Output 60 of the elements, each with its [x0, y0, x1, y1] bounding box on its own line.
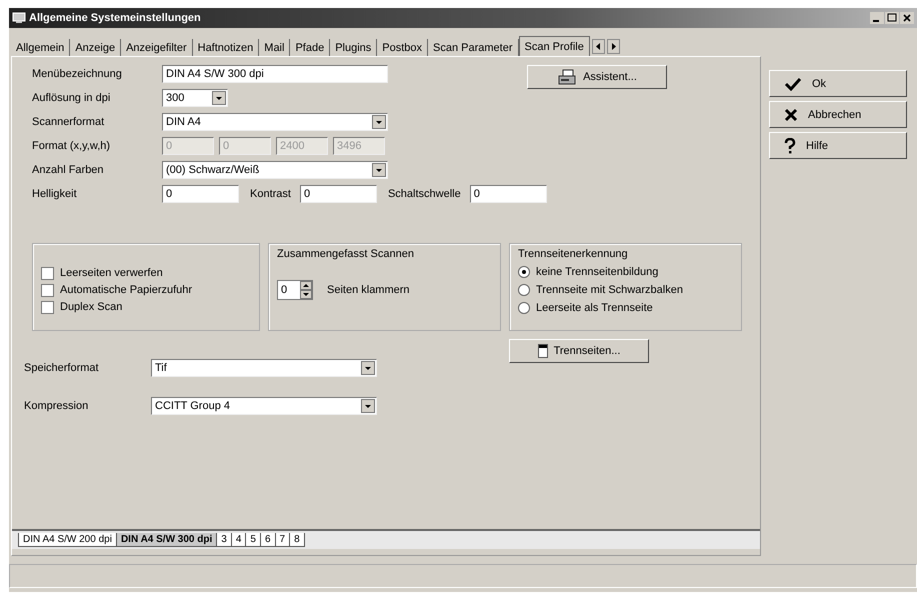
- group-title: Zusammengefasst Scannen: [277, 248, 415, 260]
- field-label: Speicherformat: [24, 362, 100, 374]
- assistant-button[interactable]: Assistent...: [527, 65, 667, 89]
- dropdown[interactable]: DIN A4: [162, 113, 388, 131]
- dropdown[interactable]: CCITT Group 4: [151, 397, 377, 415]
- text-field[interactable]: DIN A4 S/W 300 dpi: [162, 65, 388, 83]
- field-label: Format (x,y,w,h): [32, 140, 112, 152]
- spinner-arrows-icon: [300, 281, 312, 299]
- question-mark-icon: [784, 138, 796, 154]
- radio-button[interactable]: [518, 284, 530, 296]
- field-label: Anzahl Farben: [32, 164, 105, 176]
- field-label: Helligkeit: [32, 188, 78, 200]
- profile-tab[interactable]: DIN A4 S/W 300 dpi: [116, 533, 218, 547]
- field-label: Menübezeichnung: [32, 68, 123, 80]
- field-label: Kontrast: [250, 188, 291, 200]
- profile-tab[interactable]: DIN A4 S/W 200 dpi: [18, 533, 117, 547]
- field-label: Scannerformat: [32, 116, 106, 128]
- dialog-button[interactable]: Hilfe: [769, 132, 907, 159]
- window-icon: [12, 12, 26, 24]
- checkbox[interactable]: [41, 300, 54, 314]
- checkbox[interactable]: [41, 284, 54, 296]
- spinner-label: Seiten klammern: [327, 284, 410, 296]
- checkbox[interactable]: [41, 266, 54, 280]
- scroll-left-icon[interactable]: [592, 39, 605, 54]
- x-icon: [784, 108, 798, 122]
- checkbox-label: Duplex Scan: [60, 301, 122, 313]
- radio-label: Leerseite als Trennseite: [536, 302, 653, 314]
- checkmark-icon: [784, 76, 802, 90]
- dropdown[interactable]: (00) Schwarz/Weiß: [162, 161, 388, 179]
- maximize-icon[interactable]: [885, 12, 899, 24]
- profile-tab[interactable]: 3: [216, 533, 232, 547]
- scanner-icon: [557, 68, 578, 86]
- radio-button[interactable]: [518, 266, 530, 278]
- profile-tab[interactable]: 6: [260, 533, 276, 547]
- profile-tab[interactable]: 8: [289, 533, 305, 547]
- window-title: Allgemeine Systemeinstellungen: [29, 12, 201, 24]
- close-icon[interactable]: [900, 12, 914, 24]
- field-label: Auflösung in dpi: [32, 92, 112, 104]
- radio-label: Trennseite mit Schwarzbalken: [536, 284, 683, 296]
- dropdown[interactable]: 300: [162, 89, 228, 107]
- tab[interactable]: Scan Profile: [518, 36, 590, 56]
- group-title: Trennseitenerkennung: [518, 248, 629, 260]
- page-icon: [538, 344, 548, 358]
- dialog-button[interactable]: Abbrechen: [769, 101, 907, 128]
- radio-button[interactable]: [518, 302, 530, 314]
- checkbox-label: Leerseiten verwerfen: [60, 267, 163, 279]
- separator-pages-button[interactable]: Trennseiten...: [509, 339, 649, 363]
- checkbox-label: Automatische Papierzufuhr: [60, 284, 192, 296]
- dialog-button[interactable]: Ok: [769, 70, 907, 97]
- field-label: Schaltschwelle: [388, 188, 461, 200]
- text-field[interactable]: 0: [300, 185, 377, 203]
- dropdown[interactable]: Tif: [151, 359, 377, 377]
- field-label: Kompression: [24, 400, 90, 412]
- profile-tab[interactable]: 5: [245, 533, 261, 547]
- radio-label: keine Trennseitenbildung: [536, 266, 658, 278]
- text-field[interactable]: 0: [162, 185, 239, 203]
- text-field[interactable]: 0: [470, 185, 547, 203]
- minimize-icon[interactable]: [870, 12, 884, 24]
- spinner-field[interactable]: 0: [277, 280, 313, 300]
- scroll-right-icon[interactable]: [606, 39, 620, 54]
